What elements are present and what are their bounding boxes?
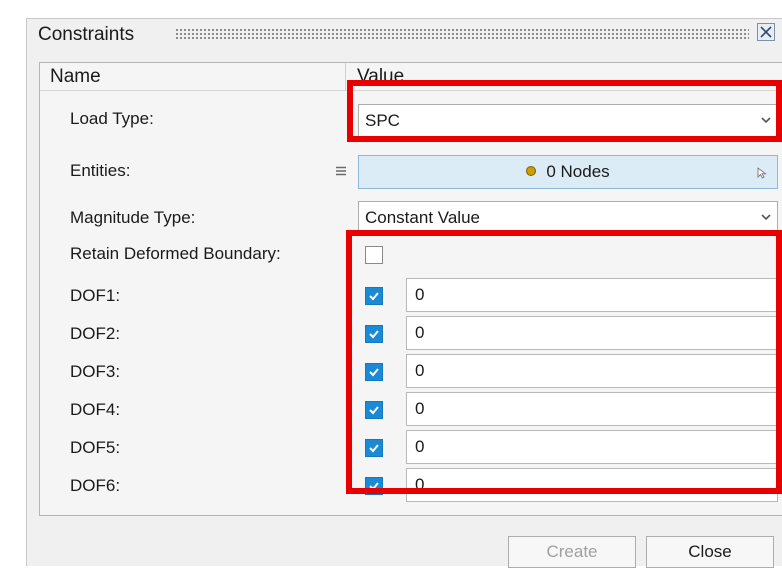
dof3-label: DOF3: [70, 362, 121, 381]
entities-value: 0 Nodes [546, 162, 610, 181]
pointer-cursor-icon [757, 167, 767, 179]
column-header-name[interactable]: Name [40, 63, 346, 90]
hamburger-menu-icon[interactable] [336, 166, 346, 176]
node-dot-icon [526, 166, 537, 176]
title-bar[interactable]: Constraints [27, 19, 782, 51]
create-button[interactable]: Create [508, 536, 636, 568]
chevron-down-icon [761, 214, 771, 221]
entities-label: Entities: [70, 161, 131, 180]
entities-selector[interactable]: 0 Nodes [358, 155, 778, 189]
drag-grip[interactable] [175, 28, 749, 41]
dof1-label: DOF1: [70, 286, 121, 305]
magnitude-type-value: Constant Value [365, 208, 480, 227]
load-type-label: Load Type: [70, 109, 154, 128]
dof4-label: DOF4: [70, 400, 121, 419]
retain-deformed-boundary-label: Retain Deformed Boundary: [70, 244, 281, 263]
close-x-icon[interactable] [757, 23, 775, 41]
dof-highlight-box [346, 230, 782, 494]
dialog-title: Constraints [38, 24, 135, 45]
magnitude-type-label: Magnitude Type: [70, 208, 196, 227]
dof6-label: DOF6: [70, 476, 121, 495]
dof5-label: DOF5: [70, 438, 121, 457]
load-type-highlight-box [347, 80, 782, 142]
close-button[interactable]: Close [646, 536, 774, 568]
dof2-label: DOF2: [70, 324, 121, 343]
